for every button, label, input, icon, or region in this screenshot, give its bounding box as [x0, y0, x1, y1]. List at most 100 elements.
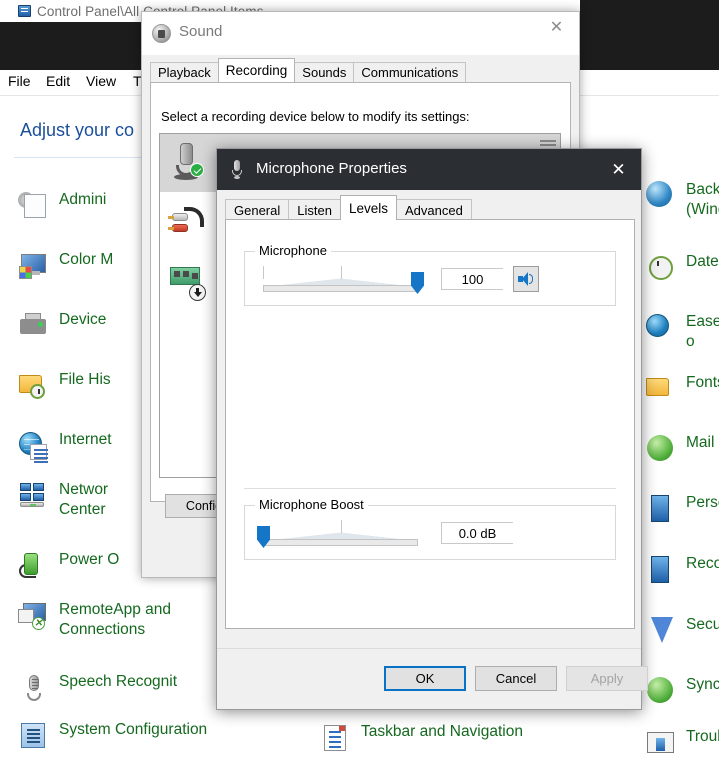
file-history-icon	[18, 370, 50, 402]
mic-properties-title: Microphone Properties	[256, 160, 407, 177]
section-divider	[244, 488, 616, 489]
microphone-boost-group: Microphone Boost 0.0 dB	[244, 497, 616, 560]
navbar-dark-right	[580, 0, 719, 70]
cp-item-label: Recov	[686, 555, 719, 572]
close-icon[interactable]: ✕	[596, 149, 641, 190]
cp-item-label: Perso	[686, 494, 719, 511]
cp-item-administrative-tools[interactable]: Admini	[18, 190, 106, 222]
cp-item-label: Taskbar and Navigation	[361, 723, 523, 740]
cp-item-personalization[interactable]: Perso	[645, 493, 719, 525]
cp-item-label: Networ Center	[59, 481, 109, 518]
cp-item-remoteapp-connections[interactable]: ✕ RemoteApp and Connections	[18, 600, 171, 640]
mute-toggle-button[interactable]	[513, 266, 539, 292]
power-options-icon	[18, 550, 50, 582]
slider-track	[263, 285, 418, 292]
cp-item-network-sharing-center[interactable]: Networ Center	[18, 480, 108, 520]
cp-item-label: RemoteApp and Connections	[59, 601, 172, 638]
menu-item-file[interactable]: File	[8, 73, 31, 89]
tab-playback[interactable]: Playback	[150, 62, 219, 82]
system-configuration-icon	[18, 720, 50, 752]
microphone-group-caption: Microphone	[255, 243, 331, 258]
cp-item-sync-center[interactable]: Sync	[645, 675, 719, 707]
sync-center-icon	[645, 675, 677, 707]
cp-item-color-management[interactable]: Color M	[18, 250, 113, 282]
cp-item-power-options[interactable]: Power O	[18, 550, 119, 582]
cp-item-recovery[interactable]: Recov	[645, 554, 719, 586]
cp-item-backup-restore[interactable]: Backu (Wind	[645, 180, 719, 220]
cp-item-devices-and-printers[interactable]: Device	[18, 310, 106, 342]
control-panel-icon	[18, 4, 31, 18]
sound-dialog-tabs: Playback Recording Sounds Communications	[150, 58, 467, 82]
cp-item-label: File His	[59, 371, 111, 388]
security-maintenance-icon	[645, 615, 677, 647]
microphone-boost-slider[interactable]	[257, 520, 418, 548]
levels-tab-panel: Microphone 100 Microphone Boost 0.0 dB	[225, 219, 635, 629]
microphone-volume-value[interactable]: 100	[441, 268, 503, 290]
mail-icon	[645, 433, 677, 465]
color-management-icon	[18, 250, 50, 282]
sound-dialog-title: Sound	[179, 23, 223, 40]
cp-item-ease-of-access[interactable]: Ease o	[645, 312, 719, 352]
microphone-boost-value[interactable]: 0.0 dB	[441, 522, 513, 544]
sound-card-icon	[168, 257, 208, 301]
cp-item-label: Speech Recognit	[59, 673, 178, 690]
tab-communications[interactable]: Communications	[353, 62, 467, 82]
cp-item-label: Secur	[686, 616, 719, 633]
ok-button[interactable]: OK	[384, 666, 466, 691]
tab-general[interactable]: General	[225, 199, 290, 220]
network-sharing-center-icon	[18, 480, 50, 512]
tab-sounds[interactable]: Sounds	[294, 62, 355, 82]
taskbar-navigation-icon	[320, 722, 352, 754]
cp-item-label: Sync	[686, 676, 719, 693]
cp-item-label: Power O	[59, 551, 120, 568]
microphone-device-icon	[168, 141, 208, 185]
slider-tick	[340, 266, 342, 279]
sound-icon	[152, 24, 171, 43]
fonts-icon	[645, 373, 677, 405]
cp-item-label: Color M	[59, 251, 114, 268]
cp-item-speech-recognition[interactable]: Speech Recognit	[18, 672, 177, 704]
cp-item-mail[interactable]: Mail	[645, 433, 714, 465]
administrative-tools-icon	[18, 190, 50, 222]
cp-item-fonts[interactable]: Fonts	[645, 373, 719, 405]
tab-advanced[interactable]: Advanced	[395, 199, 472, 220]
date-time-icon	[645, 252, 677, 284]
cp-item-date-time[interactable]: Date	[645, 252, 719, 284]
cp-item-label: Admini	[59, 191, 107, 208]
cp-item-system-configuration[interactable]: System Configuration	[18, 720, 207, 752]
microphone-volume-slider[interactable]	[263, 266, 424, 294]
apply-button: Apply	[566, 666, 648, 691]
cp-item-internet-options[interactable]: Internet	[18, 430, 112, 462]
close-icon[interactable]: ✕	[534, 12, 579, 42]
microphone-boost-caption: Microphone Boost	[255, 497, 368, 512]
tab-recording[interactable]: Recording	[217, 58, 296, 82]
backup-restore-icon	[645, 180, 677, 212]
personalization-icon	[645, 493, 677, 525]
cp-item-taskbar-navigation[interactable]: Taskbar and Navigation	[320, 722, 523, 754]
ease-of-access-icon	[645, 312, 677, 344]
speaker-icon	[518, 272, 534, 286]
cp-item-label: Backu (Wind	[686, 181, 719, 218]
mic-properties-tabs: General Listen Levels Advanced	[225, 195, 472, 220]
menu-item-edit[interactable]: Edit	[46, 73, 70, 89]
devices-and-printers-icon	[18, 310, 50, 342]
tab-listen[interactable]: Listen	[288, 199, 341, 220]
cancel-button[interactable]: Cancel	[475, 666, 557, 691]
recovery-icon	[645, 554, 677, 586]
tab-levels[interactable]: Levels	[339, 195, 397, 220]
cp-item-label: Date	[686, 253, 719, 270]
microphone-group: Microphone 100	[244, 243, 616, 306]
page-title: Adjust your co	[20, 120, 135, 140]
cp-item-file-history[interactable]: File His	[18, 370, 111, 402]
remoteapp-connections-icon: ✕	[18, 600, 50, 632]
cp-item-label: Internet	[59, 431, 112, 448]
cp-item-troubleshooting[interactable]: Troub	[645, 727, 719, 759]
mic-properties-titlebar: Microphone Properties ✕	[217, 149, 641, 190]
cp-item-security-maintenance[interactable]: Secur	[645, 615, 719, 647]
menu-item-view[interactable]: View	[86, 73, 116, 89]
recording-prompt: Select a recording device below to modif…	[161, 109, 470, 124]
line-in-rca-icon	[168, 199, 208, 243]
cp-item-label: Device	[59, 311, 107, 328]
microphone-icon	[231, 160, 243, 180]
microphone-properties-dialog: Microphone Properties ✕ General Listen L…	[216, 148, 648, 710]
